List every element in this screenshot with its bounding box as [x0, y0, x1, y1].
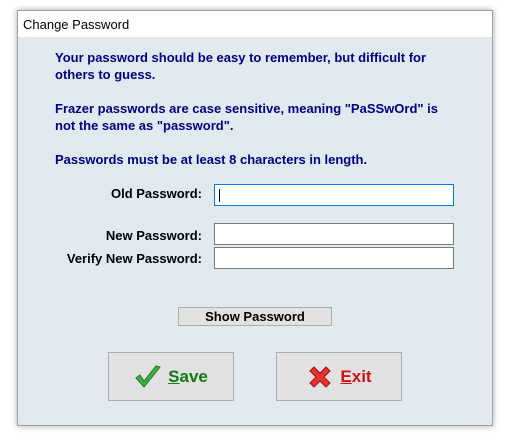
exit-label: Exit: [340, 366, 372, 386]
info-text-case-sensitive: Frazer passwords are case sensitive, mea…: [55, 101, 438, 133]
old-password-label: Old Password:: [110, 186, 202, 201]
save-label: Save: [168, 366, 208, 386]
info-text-memorable: Your password should be easy to remember…: [55, 50, 427, 82]
new-password-field[interactable]: [214, 223, 454, 245]
show-password-button[interactable]: Show Password: [178, 307, 332, 326]
x-icon: [309, 365, 332, 388]
change-password-dialog: Change Password Your password should be …: [17, 10, 493, 426]
new-password-label: New Password:: [105, 228, 202, 243]
verify-password-label: Verify New Password:: [66, 251, 202, 266]
checkmark-icon: [135, 364, 162, 388]
window-title: Change Password: [18, 11, 492, 38]
info-text-min-length: Passwords must be at least 8 characters …: [55, 152, 368, 167]
save-button[interactable]: Save: [108, 352, 234, 401]
verify-password-field[interactable]: [214, 247, 454, 269]
exit-button[interactable]: Exit: [276, 352, 402, 401]
text-caret: [219, 189, 220, 202]
old-password-field[interactable]: [214, 184, 454, 206]
